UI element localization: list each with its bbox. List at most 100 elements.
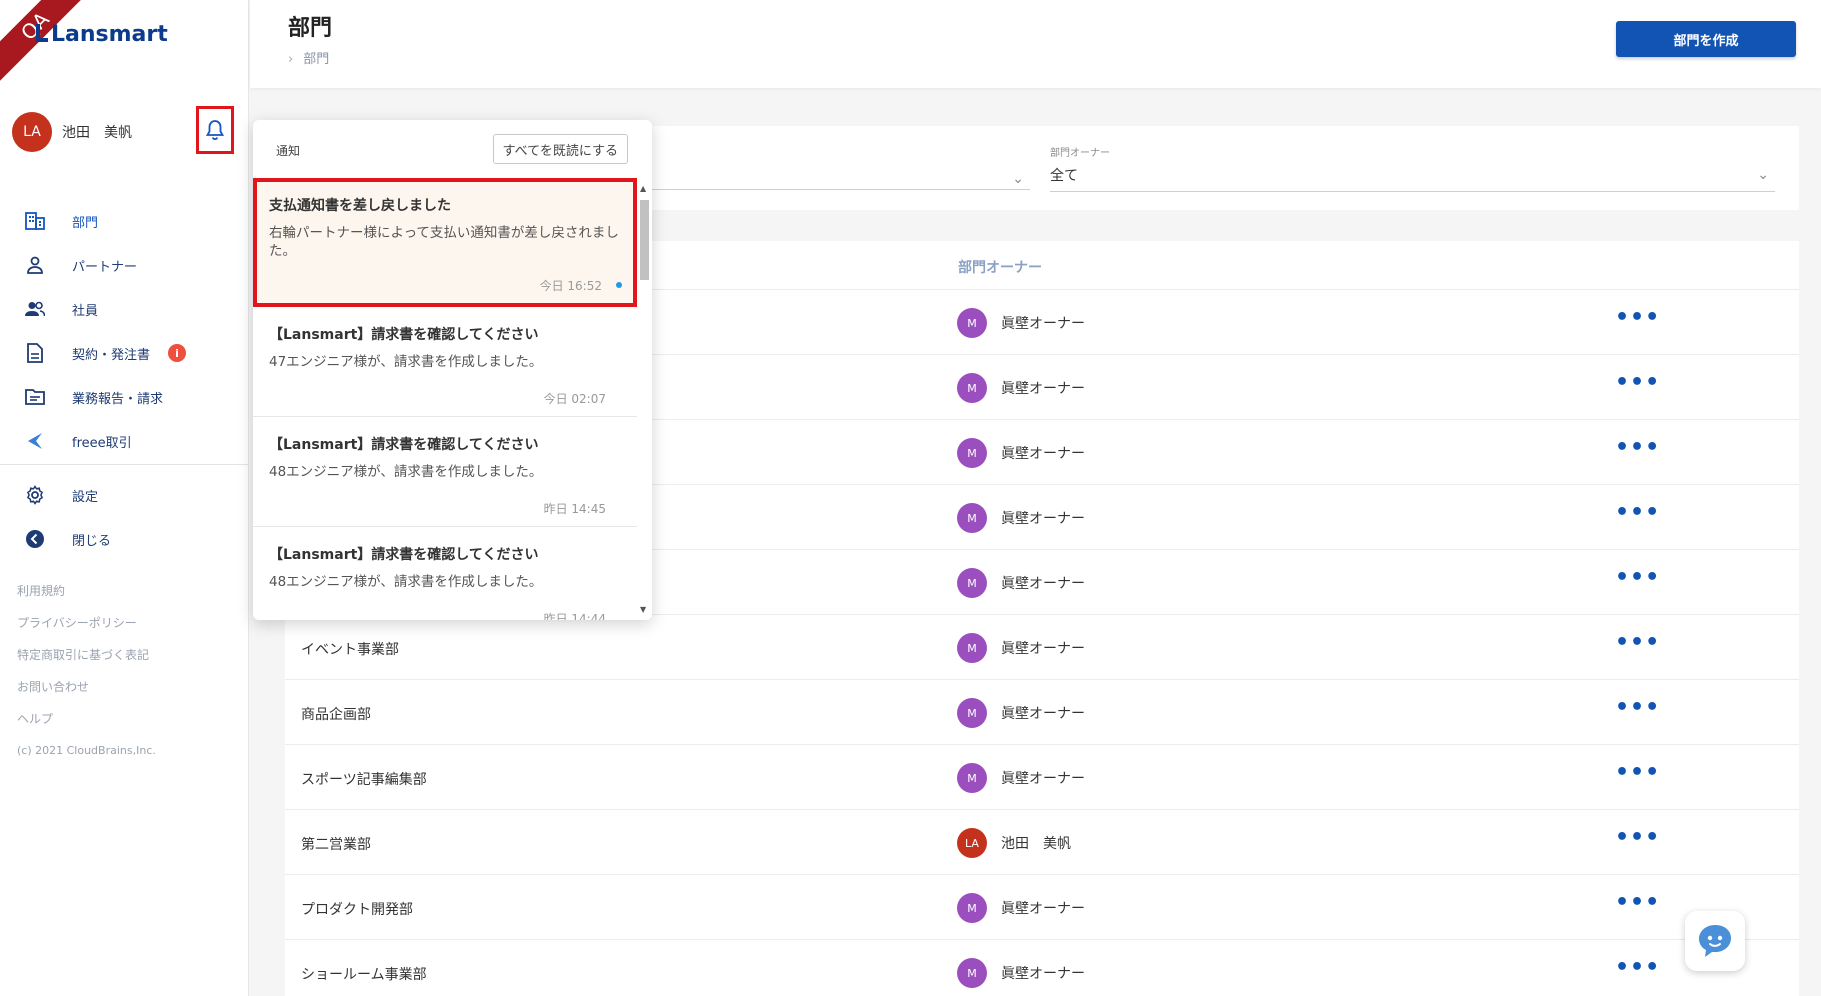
department-name[interactable]: ショールーム事業部: [301, 964, 427, 984]
owner-name: 眞壁オーナー: [1001, 511, 1085, 527]
owner-name: 眞壁オーナー: [1001, 901, 1085, 917]
table-row[interactable]: 商品企画部 M 眞壁オーナー •••: [285, 680, 1799, 745]
notification-item-time: 昨日 14:45: [543, 502, 606, 516]
notification-item-title: 【Lansmart】請求書を確認してください: [269, 437, 539, 453]
department-name[interactable]: 第二営業部: [301, 834, 371, 854]
sidebar-item-freee[interactable]: freee取引: [24, 419, 244, 463]
owner-name: 眞壁オーナー: [1001, 381, 1085, 397]
more-options-button[interactable]: •••: [1615, 892, 1660, 914]
scroll-up-arrow-icon[interactable]: ▲: [640, 184, 646, 193]
scroll-thumb[interactable]: [640, 200, 649, 280]
copyright: (c) 2021 CloudBrains,Inc.: [17, 744, 156, 757]
page-header: 部門 › 部門 部門を作成: [250, 0, 1821, 88]
arrow-left-circle-icon: [24, 528, 46, 550]
department-owner: M 眞壁オーナー: [957, 633, 1085, 663]
help-link[interactable]: ヘルプ: [17, 703, 156, 735]
owner-name: 眞壁オーナー: [1001, 641, 1085, 657]
contact-link[interactable]: お問い合わせ: [17, 671, 156, 703]
owner-filter-select[interactable]: 全て ⌄: [1050, 165, 1775, 192]
notification-popover: 通知 すべてを既読にする 支払通知書を差し戻しました 右輪パートナー様によって支…: [253, 120, 652, 620]
more-options-button[interactable]: •••: [1615, 957, 1660, 979]
notification-item[interactable]: 【Lansmart】請求書を確認してください 48エンジニア様が、請求書を作成し…: [253, 417, 637, 527]
owner-name: 眞壁オーナー: [1001, 706, 1085, 722]
notification-item[interactable]: 支払通知書を差し戻しました 右輪パートナー様によって支払い通知書が差し戻されまし…: [253, 178, 637, 307]
sidebar-item-reports[interactable]: 業務報告・請求: [24, 375, 244, 419]
more-options-button[interactable]: •••: [1615, 632, 1660, 654]
notification-item-time: 昨日 14:44: [543, 612, 606, 620]
table-row[interactable]: イベント事業部 M 眞壁オーナー •••: [285, 615, 1799, 680]
sidebar-item-label: 部門: [72, 215, 99, 231]
notification-bell-button[interactable]: [196, 106, 234, 154]
sidebar-item-partners[interactable]: パートナー: [24, 243, 244, 287]
commerce-law-link[interactable]: 特定商取引に基づく表記: [17, 639, 156, 671]
notification-item[interactable]: 【Lansmart】請求書を確認してください 48エンジニア様が、請求書を作成し…: [253, 527, 637, 620]
owner-name: 眞壁オーナー: [1001, 576, 1085, 592]
notification-title: 通知: [276, 144, 301, 158]
table-row[interactable]: スポーツ記事編集部 M 眞壁オーナー •••: [285, 745, 1799, 810]
department-owner: M 眞壁オーナー: [957, 893, 1085, 923]
sidebar-item-label: パートナー: [72, 259, 138, 275]
department-name[interactable]: スポーツ記事編集部: [301, 769, 427, 789]
owner-avatar: M: [957, 568, 987, 598]
terms-link[interactable]: 利用規約: [17, 575, 156, 607]
owner-filter[interactable]: 部門オーナー 全て ⌄: [1050, 144, 1775, 192]
sidebar-item-close[interactable]: 閉じる: [24, 517, 244, 561]
unread-dot: [616, 282, 622, 288]
more-options-button[interactable]: •••: [1615, 762, 1660, 784]
sidebar-item-employees[interactable]: 社員: [24, 287, 244, 331]
department-owner: M 眞壁オーナー: [957, 503, 1085, 533]
sidebar-item-contracts[interactable]: 契約・発注書 i: [24, 331, 244, 375]
sidebar-item-departments[interactable]: 部門: [24, 199, 244, 243]
more-options-button[interactable]: •••: [1615, 502, 1660, 524]
notification-scrollbar[interactable]: ▲ ▼: [638, 182, 650, 614]
notification-item[interactable]: 【Lansmart】請求書を確認してください 47エンジニア様が、請求書を作成し…: [253, 307, 637, 417]
owner-avatar: M: [957, 763, 987, 793]
table-row[interactable]: プロダクト開発部 M 眞壁オーナー •••: [285, 875, 1799, 940]
privacy-link[interactable]: プライバシーポリシー: [17, 607, 156, 639]
owner-column-header[interactable]: 部門オーナー: [958, 257, 1042, 277]
more-options-button[interactable]: •••: [1615, 567, 1660, 589]
more-options-button[interactable]: •••: [1615, 307, 1660, 329]
sidebar-item-label: freee取引: [72, 435, 132, 451]
owner-name: 眞壁オーナー: [1001, 966, 1085, 982]
chevron-down-icon: ⌄: [1012, 171, 1024, 187]
department-name[interactable]: プロダクト開発部: [301, 899, 413, 919]
sidebar-item-label: 契約・発注書: [72, 347, 151, 363]
create-department-button[interactable]: 部門を作成: [1616, 21, 1796, 57]
owner-avatar: M: [957, 893, 987, 923]
table-row[interactable]: ショールーム事業部 M 眞壁オーナー •••: [285, 940, 1799, 996]
app-logo[interactable]: Lansmart: [36, 22, 168, 47]
footer-links: 利用規約 プライバシーポリシー 特定商取引に基づく表記 お問い合わせ ヘルプ (…: [17, 575, 156, 767]
breadcrumb: › 部門: [288, 48, 329, 67]
more-options-button[interactable]: •••: [1615, 697, 1660, 719]
building-icon: [24, 210, 46, 232]
bell-icon: [205, 120, 225, 140]
chevron-right-icon: ›: [288, 52, 294, 67]
owner-avatar: M: [957, 438, 987, 468]
owner-name: 眞壁オーナー: [1001, 771, 1085, 787]
sidebar-item-label: 業務報告・請求: [72, 391, 164, 407]
notification-header: 通知 すべてを既読にする: [253, 120, 652, 178]
notification-item-body: 48エンジニア様が、請求書を作成しました。: [269, 464, 543, 480]
sidebar: QA Lansmart LA 池田 美帆 部門 パートナー 社員 契約・発注書 …: [0, 0, 249, 996]
user-profile[interactable]: LA 池田 美帆: [12, 112, 132, 152]
document-icon: [24, 342, 46, 364]
notification-item-title: 【Lansmart】請求書を確認してください: [269, 547, 539, 563]
notification-list: 支払通知書を差し戻しました 右輪パートナー様によって支払い通知書が差し戻されまし…: [253, 178, 637, 620]
owner-filter-label: 部門オーナー: [1050, 148, 1110, 159]
owner-avatar: M: [957, 308, 987, 338]
more-options-button[interactable]: •••: [1615, 827, 1660, 849]
scroll-down-arrow-icon[interactable]: ▼: [640, 605, 646, 614]
mark-all-read-button[interactable]: すべてを既読にする: [492, 134, 628, 164]
more-options-button[interactable]: •••: [1615, 372, 1660, 394]
breadcrumb-item[interactable]: 部門: [303, 52, 329, 67]
user-name: 池田 美帆: [62, 125, 132, 141]
more-options-button[interactable]: •••: [1615, 437, 1660, 459]
table-row[interactable]: 第二営業部 LA 池田 美帆 •••: [285, 810, 1799, 875]
department-name[interactable]: イベント事業部: [301, 639, 399, 659]
owner-name: 眞壁オーナー: [1001, 316, 1085, 332]
chat-support-button[interactable]: [1685, 911, 1745, 971]
sidebar-item-settings[interactable]: 設定: [24, 473, 244, 517]
sidebar-item-label: 閉じる: [72, 533, 112, 549]
department-name[interactable]: 商品企画部: [301, 704, 371, 724]
